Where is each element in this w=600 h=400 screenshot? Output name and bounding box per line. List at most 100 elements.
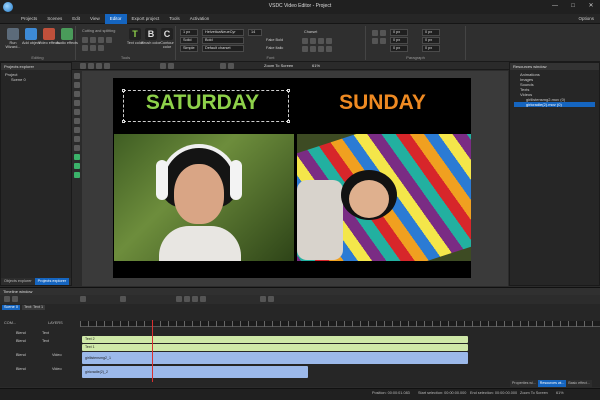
font-size-field[interactable]: 14 bbox=[248, 29, 262, 36]
tl-icon-2[interactable] bbox=[12, 296, 18, 302]
tool-icon-7[interactable] bbox=[98, 45, 104, 51]
toolbar2-icon-4[interactable] bbox=[104, 63, 110, 69]
font-icon-5[interactable] bbox=[302, 46, 308, 52]
track-row[interactable]: Blend Text bbox=[2, 339, 78, 347]
image-tool-icon[interactable] bbox=[74, 127, 80, 133]
clip-video-2[interactable]: girlcradle(2)_2 bbox=[82, 366, 308, 378]
menu-view[interactable]: View bbox=[85, 14, 105, 24]
tool-icon-1[interactable] bbox=[82, 37, 88, 43]
contour-color-button[interactable]: C Contour color bbox=[156, 28, 178, 54]
simple-field[interactable]: Simple bbox=[180, 45, 198, 52]
rect-tool-icon[interactable] bbox=[74, 100, 80, 106]
zoom-percent[interactable]: 61% bbox=[312, 63, 320, 68]
hand-tool-icon[interactable] bbox=[74, 82, 80, 88]
resize-handle-tl[interactable] bbox=[122, 89, 125, 92]
align-center-icon[interactable] bbox=[380, 30, 386, 36]
clip-text-1[interactable]: Text 1 bbox=[82, 344, 468, 351]
align-left-icon[interactable] bbox=[372, 30, 378, 36]
track-row[interactable]: Blend Text bbox=[2, 331, 78, 339]
tl-next-icon[interactable] bbox=[200, 296, 206, 302]
tab-text-1[interactable]: Text: Text 1 bbox=[21, 305, 46, 310]
tool-icon-2[interactable] bbox=[90, 37, 96, 43]
font-icon-4[interactable] bbox=[326, 38, 332, 44]
toolbar2-icon-6[interactable] bbox=[168, 63, 174, 69]
resize-handle-bl[interactable] bbox=[122, 120, 125, 123]
zoom-select[interactable]: Zoom To Screen bbox=[264, 63, 293, 68]
clip-video-1[interactable]: girllistensmg2_1 bbox=[82, 352, 468, 364]
cutting-splitting-label[interactable]: Cutting and splitting bbox=[82, 29, 115, 33]
font-icon-2[interactable] bbox=[310, 38, 316, 44]
tl-icon-3[interactable] bbox=[80, 296, 86, 302]
resize-handle-tr[interactable] bbox=[287, 89, 290, 92]
toolbar2-icon-8[interactable] bbox=[228, 63, 234, 69]
effect-tool-icon[interactable] bbox=[74, 172, 80, 178]
menu-scenes[interactable]: Scenes bbox=[42, 14, 67, 24]
audio-tool-icon[interactable] bbox=[74, 145, 80, 151]
align-right-icon[interactable] bbox=[372, 38, 378, 44]
maximize-icon[interactable]: □ bbox=[567, 2, 579, 11]
playhead[interactable] bbox=[152, 320, 153, 382]
font-icon-7[interactable] bbox=[318, 46, 324, 52]
line-style-field[interactable]: Solid bbox=[180, 37, 198, 44]
chart-tool-icon[interactable] bbox=[74, 154, 80, 160]
tab-projects-explorer[interactable]: Projects explorer bbox=[34, 278, 70, 285]
justify-icon[interactable] bbox=[380, 38, 386, 44]
sprite-tool-icon[interactable] bbox=[74, 163, 80, 169]
menu-activation[interactable]: Activation bbox=[185, 14, 215, 24]
toolbar2-icon-3[interactable] bbox=[96, 63, 102, 69]
fake-italic-toggle[interactable]: Fake Italic bbox=[266, 46, 283, 50]
fake-bold-toggle[interactable]: Fake Bold bbox=[266, 38, 283, 42]
tl-icon-1[interactable] bbox=[4, 296, 10, 302]
tab-resources-window[interactable]: Resources wi... bbox=[537, 380, 567, 387]
tl-icon-6[interactable] bbox=[268, 296, 274, 302]
font-weight-select[interactable]: Bold bbox=[202, 37, 244, 44]
font-icon-6[interactable] bbox=[310, 46, 316, 52]
resize-handle-br[interactable] bbox=[287, 120, 290, 123]
font-icon-8[interactable] bbox=[326, 46, 332, 52]
tool-icon-5[interactable] bbox=[82, 45, 88, 51]
tree-item-scene[interactable]: Scene 0 bbox=[5, 77, 67, 82]
status-zoom[interactable]: Zoom To Screen bbox=[520, 391, 548, 395]
paragraph-field-6[interactable]: 0 px bbox=[422, 45, 440, 52]
tool-icon-6[interactable] bbox=[90, 45, 96, 51]
track-row[interactable]: Blend Video bbox=[2, 353, 78, 361]
track-row[interactable]: Blend Video bbox=[2, 367, 78, 375]
toolbar2-icon-5[interactable] bbox=[160, 63, 166, 69]
tl-icon-5[interactable] bbox=[260, 296, 266, 302]
pointer-tool-icon[interactable] bbox=[74, 73, 80, 79]
video-clip-girl-hammock[interactable] bbox=[297, 134, 471, 261]
paragraph-field-1[interactable]: 0 px bbox=[390, 29, 408, 36]
audio-effects-button[interactable]: Audio effects bbox=[56, 28, 78, 54]
menu-tools[interactable]: Tools bbox=[164, 14, 185, 24]
menu-edit[interactable]: Edit bbox=[67, 14, 85, 24]
video-tool-icon[interactable] bbox=[74, 136, 80, 142]
text-tool-icon[interactable] bbox=[74, 118, 80, 124]
toolbar2-icon-2[interactable] bbox=[88, 63, 94, 69]
font-icon-1[interactable] bbox=[302, 38, 308, 44]
line-width-field[interactable]: 1 px bbox=[180, 29, 198, 36]
tab-scene-0[interactable]: Scene 0 bbox=[2, 305, 20, 310]
video-clip-girl-headphones[interactable] bbox=[114, 134, 294, 261]
tool-icon-3[interactable] bbox=[98, 37, 104, 43]
paragraph-field-3[interactable]: 0 px bbox=[390, 45, 408, 52]
minimize-icon[interactable]: — bbox=[549, 2, 561, 11]
tl-icon-4[interactable] bbox=[120, 296, 126, 302]
tool-icon-4[interactable] bbox=[106, 37, 112, 43]
tab-objects-explorer[interactable]: Objects explorer bbox=[1, 278, 35, 285]
font-icon-3[interactable] bbox=[318, 38, 324, 44]
menu-editor[interactable]: Editor bbox=[104, 14, 127, 24]
tab-basic-effects[interactable]: Basic effect... bbox=[566, 380, 592, 387]
tl-stop-icon[interactable] bbox=[184, 296, 190, 302]
res-video-2[interactable]: girlcradle(2).mov (0) bbox=[514, 102, 595, 107]
charset-select[interactable]: Default charset bbox=[202, 45, 244, 52]
toolbar2-icon-1[interactable] bbox=[80, 63, 86, 69]
clip-text-2[interactable]: Text 2 bbox=[82, 336, 468, 343]
tl-prev-icon[interactable] bbox=[192, 296, 198, 302]
timeline-ruler[interactable] bbox=[80, 321, 600, 327]
menu-export-project[interactable]: Export project bbox=[127, 14, 165, 24]
toolbar2-icon-7[interactable] bbox=[220, 63, 226, 69]
sunday-text[interactable]: SUNDAY bbox=[300, 91, 465, 115]
paragraph-field-4[interactable]: 0 px bbox=[422, 29, 440, 36]
ellipse-tool-icon[interactable] bbox=[74, 109, 80, 115]
text-selection-box[interactable] bbox=[122, 89, 290, 123]
